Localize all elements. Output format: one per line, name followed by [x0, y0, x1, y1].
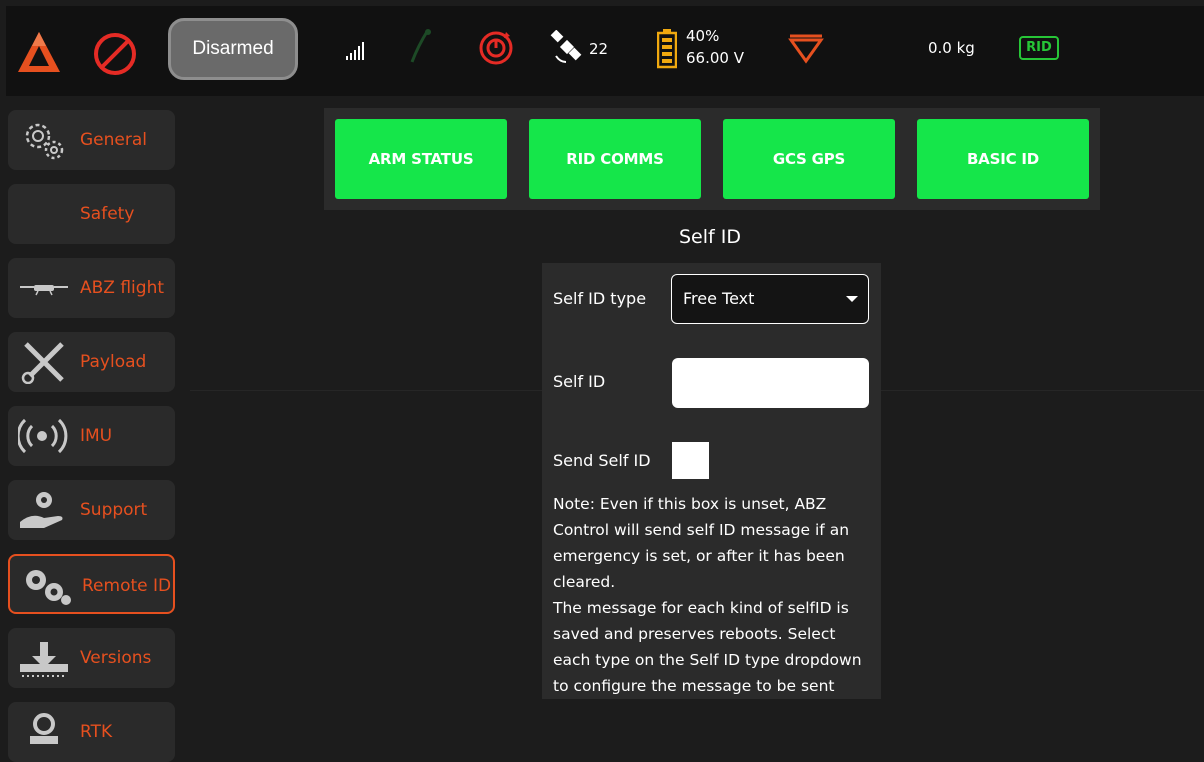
- cogs-icon: [26, 570, 71, 605]
- signal-icon: [346, 42, 364, 60]
- logo-icon: [18, 32, 60, 72]
- tab-bar: ARM STATUS RID COMMS GCS GPS BASIC ID: [324, 108, 1100, 210]
- section-title: Self ID: [679, 226, 741, 248]
- payload-weight: 0.0 kg: [928, 39, 975, 57]
- note-paragraph-1: Note: Even if this box is unset, ABZ Con…: [553, 495, 850, 591]
- sidebar-item-abz-flight[interactable]: ABZ flight: [8, 258, 175, 318]
- rid-badge: RID: [1019, 36, 1059, 60]
- battery-icon: [657, 29, 677, 69]
- tools-icon: [21, 342, 64, 384]
- tab-rid-comms[interactable]: RID COMMS: [529, 119, 701, 199]
- sidebar-item-rtk[interactable]: RTK: [8, 702, 175, 762]
- self-id-type-select[interactable]: Free Text: [671, 274, 869, 324]
- broadcast-icon: [18, 418, 68, 454]
- sidebar-item-general[interactable]: General: [8, 110, 175, 170]
- sidebar-item-payload[interactable]: Payload: [8, 332, 175, 392]
- tab-basic-id[interactable]: BASIC ID: [917, 119, 1089, 199]
- sidebar-item-label: RTK: [80, 722, 113, 742]
- battery-voltage: 66.00 V: [686, 49, 744, 67]
- sidebar-item-label: Safety: [80, 204, 135, 224]
- top-status-bar: Disarmed 22 40% 66.00 V 0.0 kg RID: [6, 6, 1204, 96]
- sidebar-item-support[interactable]: Support: [8, 480, 175, 540]
- sidebar-item-remote-id[interactable]: Remote ID: [8, 554, 175, 614]
- rtk-icon: [30, 713, 58, 744]
- spray-triangle-icon: [788, 34, 824, 64]
- sidebar-item-label: ABZ flight: [80, 278, 165, 298]
- gears-icon: [25, 123, 64, 160]
- link-icon: [410, 29, 431, 63]
- sidebar-item-label: Remote ID: [82, 576, 172, 596]
- drone-icon: [20, 285, 68, 296]
- note-paragraph-2: The message for each kind of selfID is s…: [553, 599, 862, 695]
- sidebar-item-imu[interactable]: IMU: [8, 406, 175, 466]
- chevron-down-icon: [846, 296, 858, 302]
- sidebar-item-label: Payload: [80, 352, 147, 372]
- send-self-id-label: Send Self ID: [553, 451, 651, 470]
- satellite-count: 22: [589, 40, 609, 58]
- battery-percent: 40%: [686, 27, 720, 45]
- self-id-note: Note: Even if this box is unset, ABZ Con…: [553, 491, 875, 699]
- download-icon: [20, 642, 68, 677]
- sidebar-item-label: Support: [80, 500, 148, 520]
- no-entry-icon[interactable]: [92, 31, 138, 77]
- sidebar-item-safety[interactable]: Safety: [8, 184, 175, 244]
- sidebar-item-label: Versions: [80, 648, 152, 668]
- tab-arm-status[interactable]: ARM STATUS: [335, 119, 507, 199]
- sidebar-item-label: IMU: [80, 426, 113, 446]
- sidebar: General Safety ABZ flight Payload IMU Su…: [0, 96, 190, 762]
- tab-gcs-gps[interactable]: GCS GPS: [723, 119, 895, 199]
- self-id-type-value: Free Text: [683, 289, 755, 308]
- arm-state-button[interactable]: Disarmed: [168, 18, 298, 80]
- target-icon[interactable]: [476, 26, 516, 66]
- self-id-panel: Self ID type Free Text Self ID Send Self…: [542, 263, 881, 699]
- send-self-id-checkbox[interactable]: [672, 442, 709, 479]
- sidebar-item-label: General: [80, 130, 147, 150]
- self-id-input[interactable]: [672, 358, 869, 408]
- self-id-label: Self ID: [553, 372, 606, 391]
- sidebar-item-versions[interactable]: Versions: [8, 628, 175, 688]
- satellite-icon: [550, 30, 582, 63]
- hand-gear-icon: [20, 492, 63, 528]
- self-id-type-label: Self ID type: [553, 289, 647, 308]
